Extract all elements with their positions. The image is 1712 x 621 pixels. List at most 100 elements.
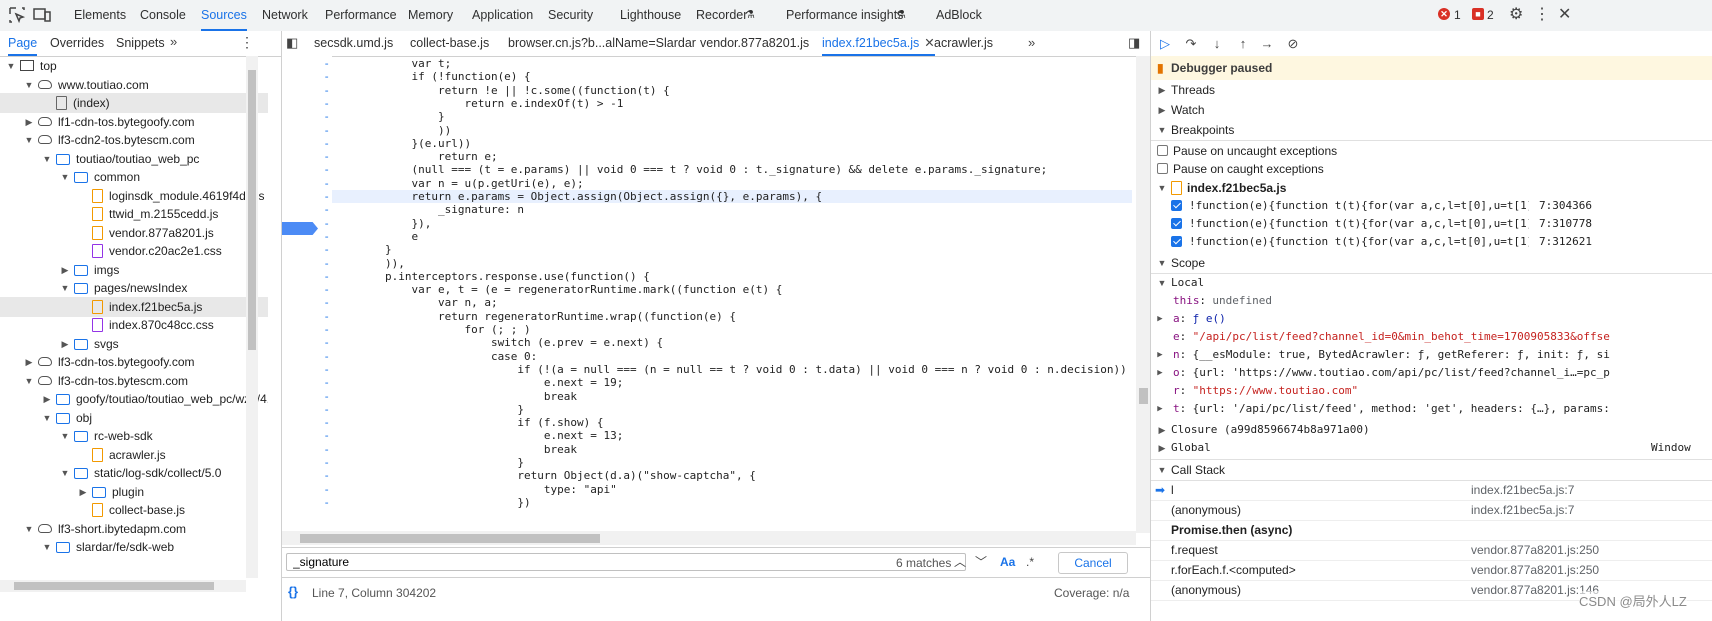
tree-horizontal-scrollbar[interactable] xyxy=(0,580,246,592)
expanded-triangle-icon[interactable]: ▼ xyxy=(24,371,34,391)
tab-memory[interactable]: Memory xyxy=(408,0,453,31)
scope-variable-row[interactable]: r: "https://www.toutiao.com" xyxy=(1151,382,1712,400)
tree-item[interactable]: ▼ pages/newsIndex xyxy=(0,278,268,298)
expanded-triangle-icon[interactable]: ▼ xyxy=(24,519,34,539)
tree-item[interactable]: ttwid_m.2155cedd.js xyxy=(0,204,268,224)
close-devtools-icon[interactable]: ✕ xyxy=(1558,4,1571,24)
call-frame-location[interactable]: vendor.877a8201.js:250 xyxy=(1471,540,1599,560)
step-out-icon[interactable]: ↑ xyxy=(1235,36,1251,52)
warnings-count[interactable]: 2 xyxy=(1487,0,1494,31)
gutter-line-marker[interactable]: - xyxy=(282,496,330,509)
pause-uncaught-checkbox[interactable] xyxy=(1157,145,1168,156)
expanded-triangle-icon[interactable]: ▼ xyxy=(24,130,34,150)
cancel-button[interactable]: Cancel xyxy=(1058,552,1128,574)
gutter-line-marker[interactable]: - xyxy=(282,443,330,456)
tree-item[interactable]: ▼ lf3-cdn-tos.bytescm.com xyxy=(0,371,268,391)
gutter-line-marker[interactable]: - xyxy=(282,429,330,442)
tree-item[interactable]: ▼ rc-web-sdk xyxy=(0,426,268,446)
gutter-line-marker[interactable]: - xyxy=(282,163,330,176)
device-toolbar-icon[interactable] xyxy=(33,6,51,24)
collapsed-triangle-icon[interactable]: ▶ xyxy=(78,482,88,502)
call-frame[interactable]: ➡ l index.f21bec5a.js:7 xyxy=(1151,480,1712,501)
section-breakpoints[interactable]: ▼ Breakpoints xyxy=(1151,120,1712,141)
expanded-triangle-icon[interactable]: ▼ xyxy=(42,408,52,428)
breakpoint-row[interactable]: !function(e){function t(t){for(var a,c,l… xyxy=(1151,197,1712,215)
gutter-line-marker[interactable]: - xyxy=(282,270,330,283)
call-frame[interactable]: f.request vendor.877a8201.js:250 xyxy=(1151,540,1712,561)
tab-adblock[interactable]: AdBlock xyxy=(936,0,982,31)
expanded-triangle-icon[interactable]: ▼ xyxy=(6,56,16,76)
tab-performance-insights[interactable]: Performance insights xyxy=(786,0,903,31)
gutter-line-marker[interactable]: - xyxy=(282,97,330,110)
pause-caught-row[interactable]: Pause on caught exceptions xyxy=(1151,160,1712,178)
tab-lighthouse[interactable]: Lighthouse xyxy=(620,0,681,31)
breakpoint-checkbox[interactable] xyxy=(1171,236,1182,247)
collapsed-triangle-icon[interactable]: ▶ xyxy=(1155,310,1165,328)
gutter-line-marker[interactable]: - xyxy=(282,243,330,256)
tree-item[interactable]: ▶ svgs xyxy=(0,334,268,354)
tab-console[interactable]: Console xyxy=(140,0,186,31)
collapsed-triangle-icon[interactable]: ▶ xyxy=(1155,346,1165,364)
code-horizontal-scrollbar[interactable] xyxy=(282,531,1136,545)
tree-item[interactable]: ▼ slardar/fe/sdk-web xyxy=(0,537,268,557)
tree-item[interactable]: index.f21bec5a.js xyxy=(0,296,268,317)
gutter-line-marker[interactable]: - xyxy=(282,110,330,123)
tree-item[interactable]: ▼ lf3-cdn2-tos.bytescm.com xyxy=(0,130,268,150)
scope-variable-row[interactable]: ▶ a: ƒ e() xyxy=(1151,310,1712,328)
code-view[interactable]: var t; if (!function(e) { return !e || !… xyxy=(332,56,1132,533)
scope-variable-row[interactable]: ▶ n: {__esModule: true, BytedAcrawler: ƒ,… xyxy=(1151,346,1712,364)
tree-item[interactable]: ▼ obj xyxy=(0,408,268,428)
collapsed-triangle-icon[interactable]: ▶ xyxy=(24,112,34,132)
file-tab-vendor-877a8201-js[interactable]: vendor.877a8201.js xyxy=(700,31,809,56)
scope-variable-row[interactable]: ▶ t: {url: '/api/pc/list/feed', method: '… xyxy=(1151,400,1712,418)
call-frame[interactable]: r.forEach.f.<computed> vendor.877a8201.js… xyxy=(1151,560,1712,581)
section-threads[interactable]: ▶ Threads xyxy=(1151,80,1712,100)
file-tab-index-f21bec5a-js[interactable]: index.f21bec5a.js ✕ xyxy=(822,31,935,56)
tree-item[interactable]: loginsdk_module.4619f4d5.js xyxy=(0,186,268,206)
code-vertical-scrollbar[interactable] xyxy=(1136,56,1150,533)
tree-item[interactable]: ▼ common xyxy=(0,167,268,187)
tab-security[interactable]: Security xyxy=(548,0,593,31)
resume-icon[interactable]: ▷ xyxy=(1157,36,1173,52)
regex-button[interactable]: .* xyxy=(1026,555,1034,569)
gutter-line-marker[interactable]: - xyxy=(282,283,330,296)
tree-item[interactable]: ▶ imgs xyxy=(0,260,268,280)
tree-item[interactable]: ▼ lf3-short.ibytedapm.com xyxy=(0,519,268,539)
gutter-line-marker[interactable]: - xyxy=(282,483,330,496)
gutter-line-marker[interactable]: - xyxy=(282,257,330,270)
call-frame[interactable]: Promise.then (async) xyxy=(1151,520,1712,541)
tree-item[interactable]: acrawler.js xyxy=(0,445,268,465)
more-tabs-chevron-icon[interactable]: » xyxy=(170,34,177,49)
expanded-triangle-icon[interactable]: ▼ xyxy=(60,278,70,298)
file-tab-browser-cn-js-b-alname-slardar[interactable]: browser.cn.js?b...alName=Slardar xyxy=(508,31,696,56)
gutter-line-marker[interactable]: - xyxy=(282,296,330,309)
tree-item[interactable]: ▼ www.toutiao.com xyxy=(0,75,268,95)
tab-elements[interactable]: Elements xyxy=(74,0,126,31)
tree-item[interactable]: ▶ lf1-cdn-tos.bytegoofy.com xyxy=(0,112,268,132)
tree-item[interactable]: (index) xyxy=(0,93,268,113)
breakpoint-file-row[interactable]: ▼ index.f21bec5a.js xyxy=(1151,179,1712,197)
tree-item[interactable]: ▶ lf3-cdn-tos.bytegoofy.com xyxy=(0,352,268,372)
expanded-triangle-icon[interactable]: ▼ xyxy=(60,167,70,187)
gutter-line-marker[interactable]: - xyxy=(282,84,330,97)
search-next-icon[interactable]: ﹀ xyxy=(975,553,987,570)
line-gutter[interactable]: ---------------------------------- xyxy=(282,56,332,533)
tab-snippets[interactable]: Snippets xyxy=(116,31,165,56)
search-input[interactable] xyxy=(286,553,966,571)
file-tab-collect-base-js[interactable]: collect-base.js xyxy=(410,31,489,56)
gutter-line-marker[interactable]: - xyxy=(282,57,330,70)
gutter-line-marker[interactable]: - xyxy=(282,137,330,150)
collapsed-triangle-icon[interactable]: ▶ xyxy=(1155,364,1165,382)
gutter-line-marker[interactable]: - xyxy=(282,336,330,349)
section-watch[interactable]: ▶ Watch xyxy=(1151,100,1712,120)
step-over-icon[interactable]: ↷ xyxy=(1183,36,1199,52)
gutter-line-marker[interactable]: - xyxy=(282,403,330,416)
breakpoint-row[interactable]: !function(e){function t(t){for(var a,c,l… xyxy=(1151,215,1712,233)
file-tab-secsdk-umd-js[interactable]: secsdk.umd.js xyxy=(314,31,393,56)
call-frame-location[interactable]: index.f21bec5a.js:7 xyxy=(1471,480,1574,500)
scope-global-row[interactable]: ▶ Global Window xyxy=(1151,439,1712,457)
navigator-menu-icon[interactable]: ⋮ xyxy=(240,34,254,51)
pretty-print-icon[interactable]: {} xyxy=(288,584,298,599)
pause-uncaught-row[interactable]: Pause on uncaught exceptions xyxy=(1151,142,1712,160)
tab-overrides[interactable]: Overrides xyxy=(50,31,104,56)
